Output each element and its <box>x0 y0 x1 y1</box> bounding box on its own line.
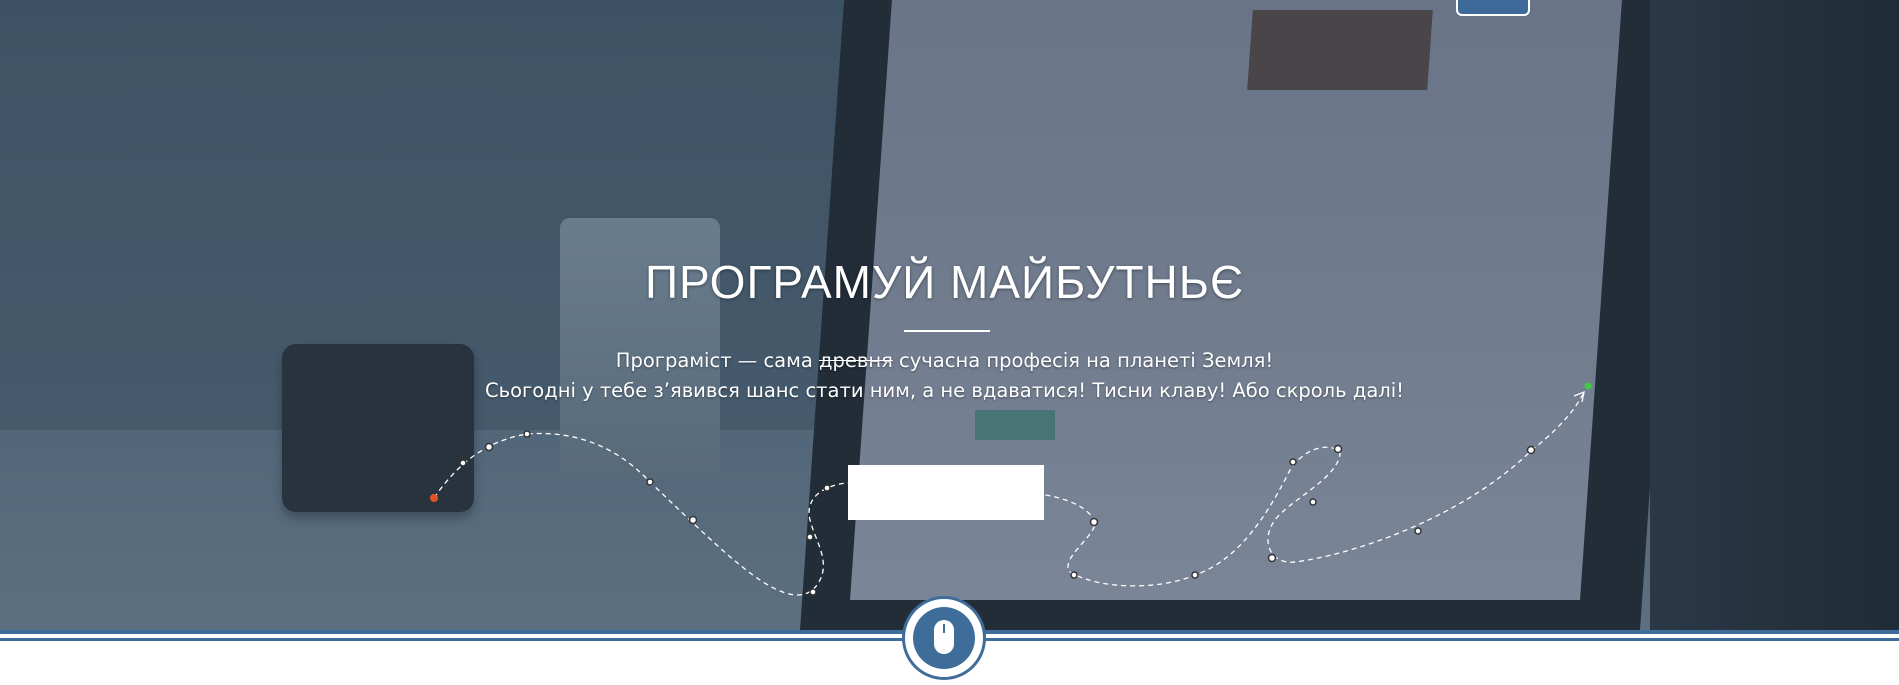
path-waypoint <box>646 478 654 486</box>
path-arrowhead <box>1573 390 1585 403</box>
mouse-icon <box>934 620 954 654</box>
path-start-dot <box>430 494 438 502</box>
path-end-dot <box>1584 382 1592 390</box>
decorative-dotted-path <box>430 382 1592 596</box>
path-waypoint <box>1526 445 1536 455</box>
path-waypoint <box>1309 498 1317 506</box>
cta-button[interactable] <box>848 465 1044 520</box>
path-waypoint <box>688 515 698 525</box>
path-waypoint <box>484 442 494 452</box>
scroll-button-circle <box>913 607 975 669</box>
path-waypoint <box>1267 553 1277 563</box>
path-waypoint <box>1089 517 1099 527</box>
path-waypoint <box>823 484 831 492</box>
scroll-down-button[interactable] <box>902 596 986 680</box>
path-waypoint <box>1289 458 1297 466</box>
path-waypoint <box>1414 527 1422 535</box>
path-waypoint <box>1333 444 1343 454</box>
path-waypoint <box>1070 571 1078 579</box>
path-waypoint <box>806 533 814 541</box>
path-waypoint <box>809 588 817 596</box>
path-waypoint <box>459 459 467 467</box>
path-waypoint <box>523 430 531 438</box>
hero-section: ПРОГРАМУЙ МАЙБУТНЬЄ Програміст — сама др… <box>0 0 1899 630</box>
path-waypoint <box>1191 571 1199 579</box>
